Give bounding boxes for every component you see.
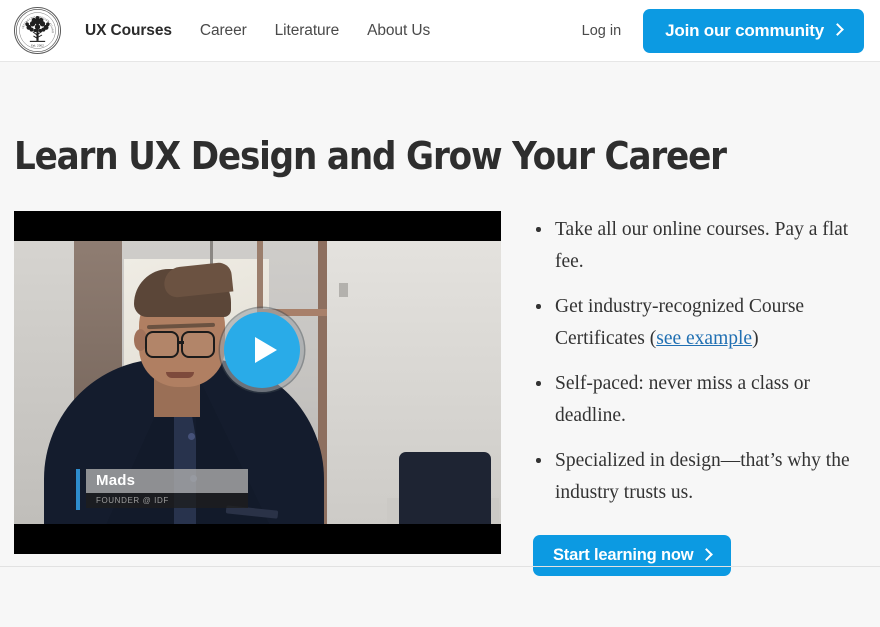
see-example-link[interactable]: see example <box>656 328 752 349</box>
chevron-right-icon <box>700 547 714 561</box>
play-triangle-icon <box>254 337 277 363</box>
benefit-text-tail: ) <box>752 327 759 349</box>
speaker-name: Mads <box>86 469 248 493</box>
join-community-label: Join our community <box>665 20 824 40</box>
header-actions: Log in Join our community <box>582 8 864 53</box>
start-learning-button[interactable]: Start learning now <box>533 534 732 576</box>
hero-section: Learn UX Design and Grow Your Career Mad… <box>0 134 880 576</box>
benefits-list: Take all our online courses. Pay a flat … <box>533 214 866 509</box>
speaker-glasses-bridge <box>179 341 184 344</box>
join-community-button[interactable]: Join our community <box>643 8 864 53</box>
lower-third-caption: Mads FOUNDER @ IDF <box>76 469 248 510</box>
section-divider <box>0 565 880 567</box>
primary-nav: UX Courses Career Literature About Us <box>85 22 430 40</box>
speaker-shirt-button-top <box>188 433 195 440</box>
list-item: Specialized in design—that’s why the ind… <box>533 445 866 508</box>
cta-container: Start learning now <box>533 534 866 576</box>
speaker-role: FOUNDER @ IDF <box>86 493 248 508</box>
list-item: Self-paced: never miss a class or deadli… <box>533 368 866 431</box>
benefit-text: Take all our online courses. Pay a flat … <box>555 219 849 272</box>
nav-item-career[interactable]: Career <box>200 22 247 40</box>
page-title: Learn UX Design and Grow Your Career <box>14 134 727 178</box>
list-item: Get industry-recognized Course Certifica… <box>533 291 866 354</box>
speaker-glasses-left-lens <box>145 331 179 358</box>
speaker-glasses-right-lens <box>181 331 215 358</box>
promo-video-player[interactable]: Mads FOUNDER @ IDF <box>14 211 501 554</box>
list-item: Take all our online courses. Pay a flat … <box>533 214 866 277</box>
scene-office-chair <box>399 452 491 524</box>
chevron-right-icon <box>831 23 844 36</box>
nav-item-ux-courses[interactable]: UX Courses <box>85 22 172 40</box>
benefit-text: Self-paced: never miss a class or deadli… <box>555 373 811 426</box>
svg-text:Est. 2002: Est. 2002 <box>31 44 44 48</box>
hero-benefits-column: Take all our online courses. Pay a flat … <box>533 211 866 576</box>
site-header: Est. 2002 INTERACTION DESIGN FOUNDATION … <box>0 0 880 62</box>
hero-content-row: Mads FOUNDER @ IDF Take all our online c… <box>14 211 866 576</box>
nav-item-about-us[interactable]: About Us <box>367 22 430 40</box>
login-link[interactable]: Log in <box>582 23 622 39</box>
scene-wall-fixture <box>339 283 348 297</box>
benefit-text: Specialized in design—that’s why the ind… <box>555 450 850 504</box>
tree-emblem-logo[interactable]: Est. 2002 INTERACTION DESIGN FOUNDATION <box>14 7 61 54</box>
nav-item-literature[interactable]: Literature <box>275 22 340 40</box>
caption-accent-bar <box>76 469 80 510</box>
start-learning-label: Start learning now <box>553 545 694 564</box>
play-button[interactable] <box>224 312 300 388</box>
speaker-mouth <box>166 372 194 378</box>
